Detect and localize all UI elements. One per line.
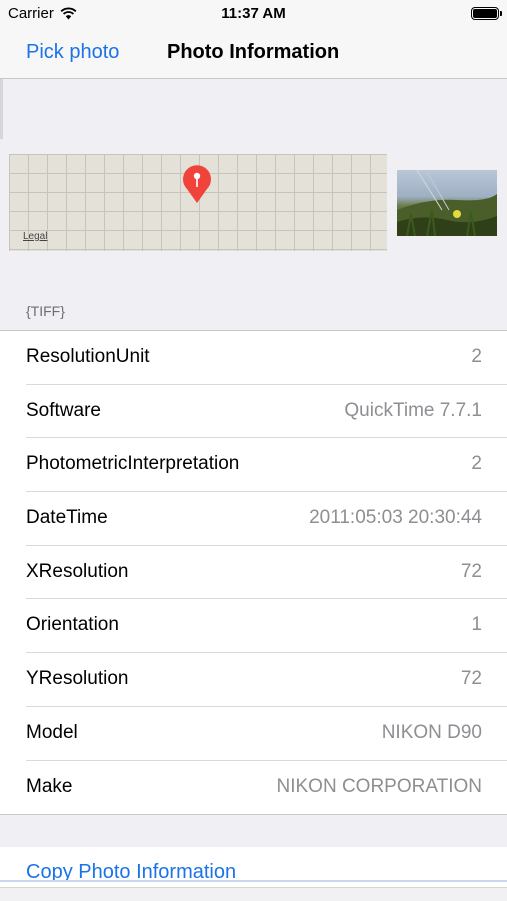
location-map[interactable]: Legal	[9, 154, 387, 251]
table-row[interactable]: Model NIKON D90	[0, 707, 507, 761]
table-row[interactable]: YResolution 72	[0, 653, 507, 707]
row-value: 2	[471, 346, 482, 367]
row-value: 2011:05:03 20:30:44	[309, 507, 482, 529]
navigation-bar: Pick photo Photo Information	[0, 28, 507, 79]
row-value: QuickTime 7.7.1	[344, 399, 482, 421]
row-value: 1	[471, 614, 482, 636]
row-value: NIKON D90	[381, 721, 482, 743]
row-key: XResolution	[26, 560, 129, 582]
table-row[interactable]: Make NIKON CORPORATION	[0, 761, 507, 815]
table-row[interactable]: ResolutionUnit 2	[0, 331, 507, 385]
tiff-properties-table: ResolutionUnit 2 Software QuickTime 7.7.…	[0, 330, 507, 816]
photo-thumbnail[interactable]	[397, 170, 497, 236]
table-row[interactable]: XResolution 72	[0, 546, 507, 600]
table-row[interactable]: Software QuickTime 7.7.1	[0, 385, 507, 439]
thumbnail-image	[397, 170, 497, 236]
table-row[interactable]: PhotometricInterpretation 2	[0, 438, 507, 493]
page-title: Photo Information	[167, 41, 340, 63]
battery-icon	[471, 7, 502, 20]
map-pin-icon[interactable]	[180, 162, 214, 204]
section-header-tiff: {TIFF}	[26, 303, 65, 319]
row-key: Model	[26, 721, 78, 743]
row-value: 2	[471, 453, 482, 475]
row-key: Make	[26, 775, 73, 797]
row-key: Software	[26, 399, 101, 421]
map-legal-link[interactable]: Legal	[23, 231, 47, 242]
table-row[interactable]: Orientation 1	[0, 599, 507, 654]
row-value: 72	[460, 668, 482, 690]
scroll-indicator-line	[0, 880, 507, 882]
status-time: 11:37 AM	[221, 5, 286, 22]
row-value: NIKON CORPORATION	[276, 775, 483, 797]
row-key: YResolution	[26, 668, 129, 690]
photo-header: Legal {TIFF}	[0, 79, 507, 329]
row-key: ResolutionUnit	[26, 346, 150, 367]
pick-photo-button[interactable]: Pick photo	[26, 41, 119, 64]
row-key: PhotometricInterpretation	[26, 453, 240, 475]
row-value: 72	[460, 560, 482, 582]
table-row[interactable]: DateTime 2011:05:03 20:30:44	[0, 492, 507, 546]
row-key: DateTime	[26, 507, 108, 529]
side-strip	[0, 79, 3, 139]
row-key: Orientation	[26, 614, 119, 636]
copy-cell: Copy Photo Information	[0, 847, 507, 901]
status-bar: Carrier 11:37 AM	[0, 0, 507, 28]
bottom-edge	[0, 887, 507, 901]
